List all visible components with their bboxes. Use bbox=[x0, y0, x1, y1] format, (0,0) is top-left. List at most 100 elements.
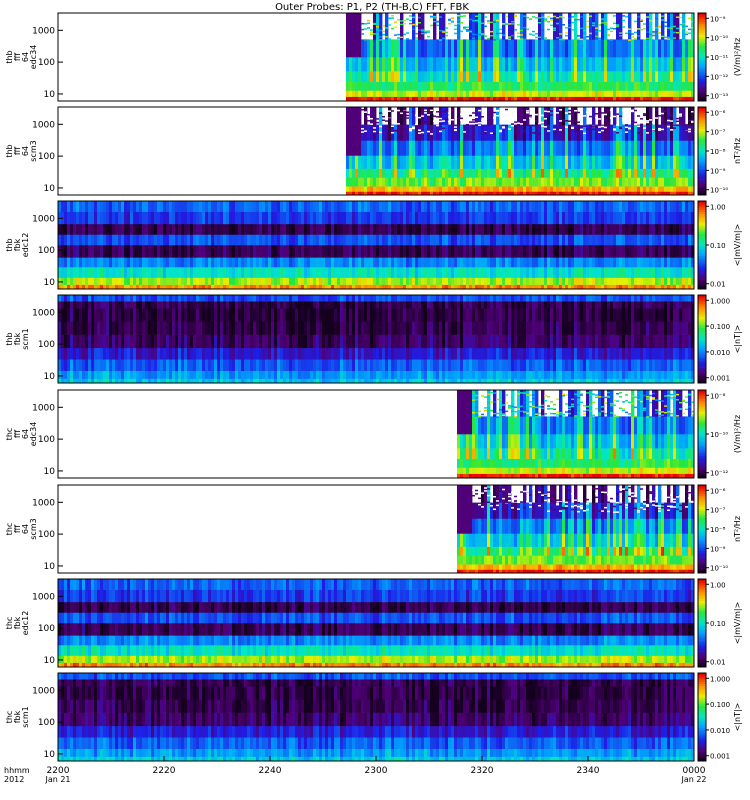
spectrogram-speckle bbox=[475, 116, 478, 118]
spectrogram-cell bbox=[454, 57, 458, 72]
spectrogram-cell bbox=[391, 90, 395, 97]
spectrogram-cell bbox=[388, 57, 392, 72]
spectrogram-cell bbox=[160, 201, 164, 212]
spectrogram-cell bbox=[598, 177, 602, 187]
spectrogram-cell bbox=[88, 334, 92, 349]
spectrogram-cell bbox=[319, 257, 323, 268]
spectrogram-cell bbox=[397, 267, 401, 278]
spectrogram-speckle bbox=[415, 123, 418, 126]
spectrogram-cell bbox=[280, 201, 284, 212]
spectrogram-cell bbox=[502, 39, 506, 58]
spectrogram-cell bbox=[229, 257, 233, 268]
spectrogram-cell bbox=[142, 321, 146, 335]
spectrogram-cell bbox=[349, 57, 353, 72]
spectrogram-cell bbox=[556, 155, 560, 169]
spectrogram-cell bbox=[169, 295, 173, 302]
spectrogram-cell bbox=[67, 223, 71, 235]
spectrogram-cell bbox=[658, 201, 662, 212]
spectrogram-speckle bbox=[457, 15, 460, 17]
spectrogram-cell bbox=[505, 39, 509, 58]
spectrogram-cell bbox=[436, 245, 440, 258]
spectrogram-cell bbox=[670, 245, 674, 258]
spectrogram-cell bbox=[640, 223, 644, 235]
spectrogram-speckle bbox=[580, 123, 583, 126]
spectrogram-cell bbox=[379, 267, 383, 278]
spectrogram-speckle bbox=[418, 132, 421, 134]
spectrogram-cell bbox=[574, 211, 578, 225]
spectrogram-cell bbox=[487, 140, 491, 156]
spectrogram-cell bbox=[379, 71, 383, 82]
spectrogram-cell bbox=[61, 257, 65, 268]
spectrogram-cell bbox=[577, 234, 581, 246]
spectrogram-cell bbox=[676, 234, 680, 246]
spectrogram-cell bbox=[625, 234, 629, 246]
spectrogram-cell bbox=[511, 57, 515, 72]
spectrogram-cell bbox=[379, 186, 383, 192]
spectrogram-cell bbox=[460, 57, 464, 72]
spectrogram-cell bbox=[223, 277, 227, 285]
spectrogram-speckle bbox=[430, 133, 433, 135]
spectrogram-speckle bbox=[502, 23, 505, 25]
spectrogram-cell bbox=[421, 177, 425, 187]
spectrogram-cell bbox=[595, 277, 599, 285]
spectrogram-cell bbox=[406, 211, 410, 225]
spectrogram-cell bbox=[493, 234, 497, 246]
spectrogram-speckle bbox=[601, 129, 604, 132]
spectrogram-cell bbox=[259, 257, 263, 268]
spectrogram-cell bbox=[217, 211, 221, 225]
colorbar-step bbox=[698, 258, 706, 261]
spectrogram-cell bbox=[256, 257, 260, 268]
spectrogram-speckle bbox=[496, 110, 499, 112]
spectrogram-cell bbox=[100, 370, 104, 379]
spectrogram-cell bbox=[586, 201, 590, 212]
spectrogram-cell bbox=[529, 71, 533, 82]
spectrogram-cell bbox=[124, 234, 128, 246]
spectrogram-speckle bbox=[460, 113, 463, 115]
spectrogram-cell bbox=[208, 223, 212, 235]
spectrogram-cell bbox=[229, 234, 233, 246]
spectrogram-cell bbox=[355, 223, 359, 235]
spectrogram-cell bbox=[358, 124, 362, 141]
spectrogram-cell bbox=[292, 223, 296, 235]
spectrogram-cell bbox=[658, 177, 662, 187]
spectrogram-cell bbox=[625, 186, 629, 192]
spectrogram-cell bbox=[616, 57, 620, 72]
spectrogram-cell bbox=[445, 155, 449, 169]
spectrogram-cell bbox=[385, 245, 389, 258]
spectrogram-cell bbox=[163, 245, 167, 258]
spectrogram-cell bbox=[682, 155, 686, 169]
spectrogram-cell bbox=[61, 201, 65, 212]
spectrogram-cell bbox=[292, 211, 296, 225]
spectrogram-cell bbox=[172, 201, 176, 212]
spectrogram-cell bbox=[403, 168, 407, 178]
spectrogram-cell bbox=[397, 234, 401, 246]
spectrogram-cell bbox=[97, 347, 101, 360]
spectrogram-cell bbox=[109, 223, 113, 235]
spectrogram-cell bbox=[220, 234, 224, 246]
spectrogram-cell bbox=[592, 201, 596, 212]
spectrogram-cell bbox=[586, 211, 590, 225]
spectrogram-cell bbox=[385, 201, 389, 212]
spectrogram-speckle bbox=[673, 127, 676, 129]
spectrogram-cell bbox=[91, 295, 95, 302]
spectrogram-cell bbox=[385, 211, 389, 225]
spectrogram-cell bbox=[361, 201, 365, 212]
spectrogram-cell bbox=[409, 257, 413, 268]
spectrogram-cell bbox=[355, 71, 359, 82]
spectrogram-cell bbox=[562, 155, 566, 169]
spectrogram-cell bbox=[577, 39, 581, 58]
spectrogram-cell bbox=[607, 124, 611, 141]
spectrogram-cell bbox=[616, 155, 620, 169]
spectrogram-cell bbox=[556, 257, 560, 268]
spectrogram-cell bbox=[478, 81, 482, 91]
spectrogram-speckle bbox=[589, 32, 592, 35]
spectrogram-cell bbox=[580, 124, 584, 141]
spectrogram-cell bbox=[388, 234, 392, 246]
spectrogram-speckle bbox=[517, 24, 520, 26]
spectrogram-cell bbox=[607, 155, 611, 169]
spectrogram-speckle bbox=[532, 34, 535, 36]
spectrogram-cell bbox=[646, 140, 650, 156]
spectrogram-speckle bbox=[427, 31, 430, 34]
spectrogram-speckle bbox=[427, 118, 430, 121]
spectrogram-speckle bbox=[439, 39, 442, 41]
